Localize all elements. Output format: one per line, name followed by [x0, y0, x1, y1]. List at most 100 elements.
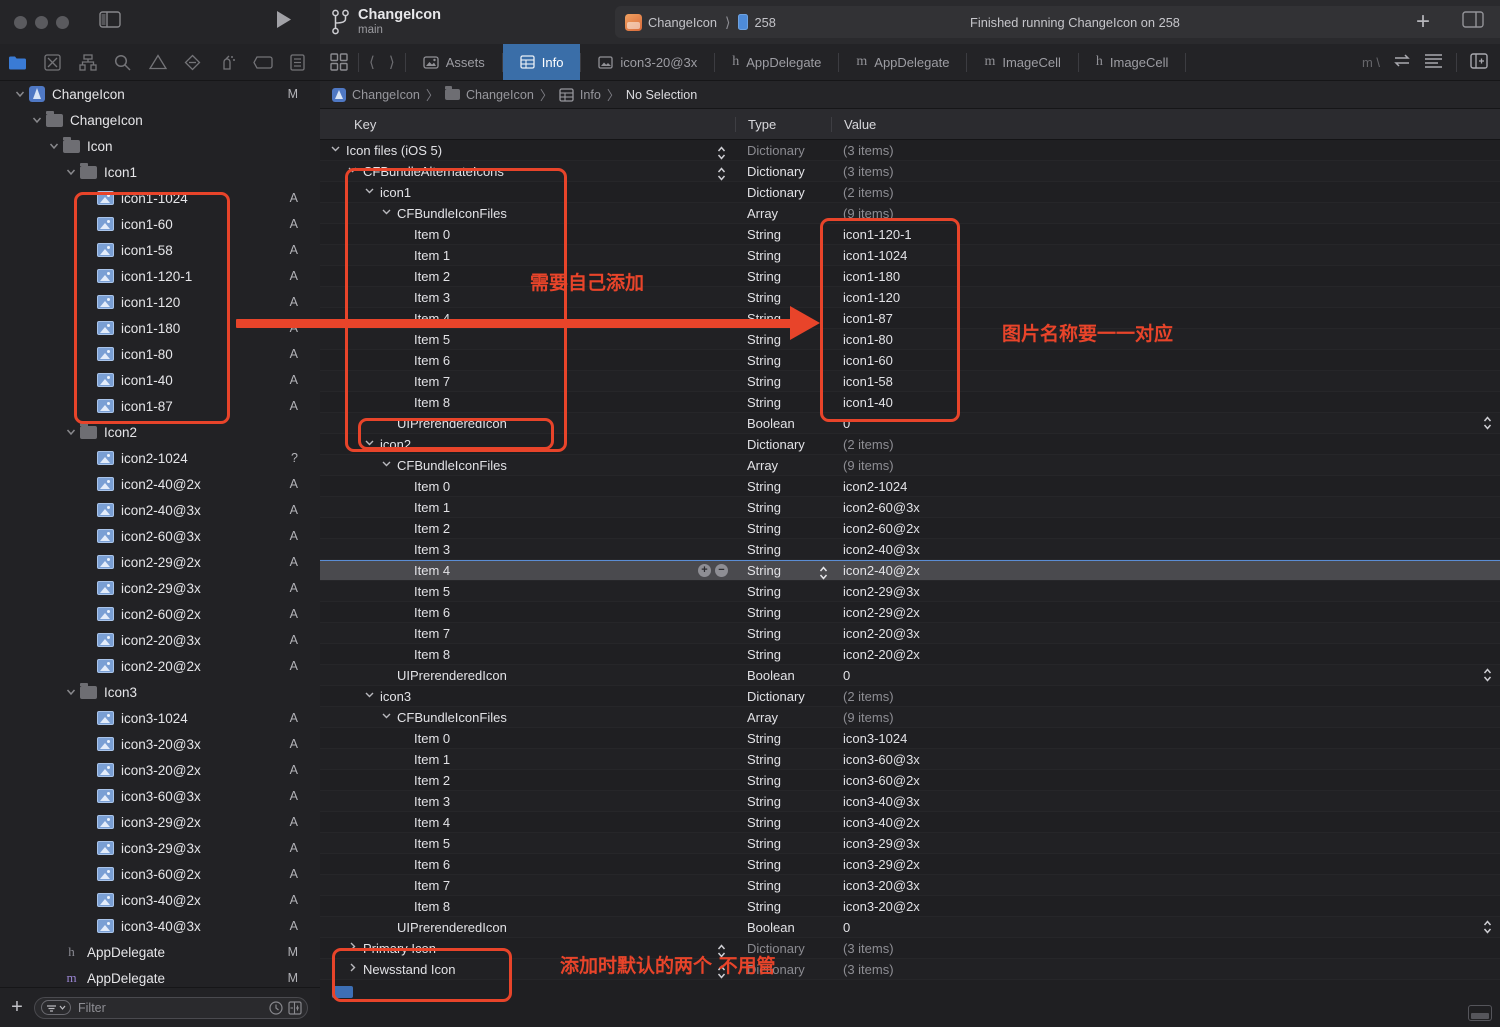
plist-value-cell[interactable]: icon1-120 [831, 290, 1500, 305]
plist-row[interactable]: Icon files (iOS 5)Dictionary(3 items) [320, 140, 1500, 161]
navigator-item-icon3-1024[interactable]: icon3-1024A [0, 705, 320, 731]
plist-key-cell[interactable]: Item 1 [320, 248, 735, 263]
plist-key-cell[interactable]: Item 0 [320, 731, 735, 746]
source-control-filter-icon[interactable] [288, 1001, 302, 1015]
plist-key-cell[interactable]: Item 3 [320, 794, 735, 809]
navigator-item-icon2-60-3x[interactable]: icon2-60@3xA [0, 523, 320, 549]
tab-appdelegate[interactable]: mAppDelegate [839, 44, 966, 81]
plist-key-cell[interactable]: Item 8 [320, 899, 735, 914]
branch-indicator[interactable]: ChangeIcon main [332, 7, 441, 36]
plist-type-cell[interactable]: Boolean [735, 668, 831, 683]
navigator-item-icon1-40[interactable]: icon1-40A [0, 367, 320, 393]
zoom-button[interactable] [56, 16, 69, 29]
lines-icon[interactable] [1424, 53, 1443, 71]
chevron-right-icon[interactable] [347, 941, 359, 955]
plist-row[interactable]: Item 2Stringicon3-60@2x [320, 770, 1500, 791]
plist-row[interactable]: Item 0Stringicon2-1024 [320, 476, 1500, 497]
toggle-inspector-icon[interactable] [1462, 11, 1484, 33]
plist-type-cell[interactable]: String [735, 353, 831, 368]
plist-row[interactable]: Item 5Stringicon2-29@3x [320, 581, 1500, 602]
plist-key-cell[interactable]: Item 6 [320, 857, 735, 872]
folder-icon[interactable] [0, 55, 35, 70]
plist-row[interactable]: Item 2Stringicon2-60@2x [320, 518, 1500, 539]
breadcrumb[interactable]: ChangeIcon〉ChangeIcon〉Info〉No Selection [320, 81, 1500, 109]
plist-row[interactable]: Item 4+−Stringicon2-40@2x [320, 560, 1500, 581]
plist-type-cell[interactable]: String [735, 731, 831, 746]
chevron-down-icon[interactable] [364, 689, 376, 703]
value-stepper-icon[interactable] [819, 566, 828, 582]
plist-value-cell[interactable]: 0 [831, 920, 1500, 935]
navigator-item-icon2-20-3x[interactable]: icon2-20@3xA [0, 627, 320, 653]
navigator-item-icon2-40-3x[interactable]: icon2-40@3xA [0, 497, 320, 523]
tab-info[interactable]: Info [503, 44, 581, 81]
plist-value-cell[interactable]: (9 items) [831, 458, 1500, 473]
search-icon[interactable] [105, 54, 140, 71]
column-header-key[interactable]: Key [320, 117, 735, 132]
navigator-item-icon2-60-2x[interactable]: icon2-60@2xA [0, 601, 320, 627]
navigator-item-changeicon[interactable]: ChangeIcon [0, 107, 320, 133]
navigator-item-icon2[interactable]: Icon2 [0, 419, 320, 445]
chevron-left-icon[interactable]: ⟨ [369, 53, 375, 71]
chevron-down-icon[interactable] [65, 686, 77, 698]
plist-row[interactable]: Item 3Stringicon2-40@3x [320, 539, 1500, 560]
toggle-navigator-icon[interactable] [99, 11, 121, 33]
editor-tab-bar[interactable]: ⟨ ⟩ AssetsInfoicon3-20@3xhAppDelegatemAp… [320, 44, 1500, 81]
traffic-lights[interactable] [14, 16, 69, 29]
navigator-item-icon2-29-3x[interactable]: icon2-29@3xA [0, 575, 320, 601]
plist-value-cell[interactable]: icon2-40@2x [831, 563, 1500, 578]
chevron-down-icon[interactable] [347, 164, 359, 178]
plist-key-cell[interactable]: icon2 [320, 437, 735, 452]
chevron-down-icon[interactable] [364, 437, 376, 451]
tab-imagecell[interactable]: mImageCell [967, 44, 1077, 81]
test-icon[interactable] [175, 54, 210, 71]
plist-type-cell[interactable]: Dictionary [735, 164, 831, 179]
plist-key-cell[interactable]: Item 2 [320, 269, 735, 284]
navigator-item-icon2-29-2x[interactable]: icon2-29@2xA [0, 549, 320, 575]
plist-type-cell[interactable]: String [735, 815, 831, 830]
plist-type-cell[interactable]: String [735, 395, 831, 410]
navigator-item-icon3-29-2x[interactable]: icon3-29@2xA [0, 809, 320, 835]
plist-value-cell[interactable]: icon3-20@2x [831, 899, 1500, 914]
remove-row-button[interactable]: − [715, 564, 728, 577]
plist-editor[interactable]: Key Type Value Icon files (iOS 5)Diction… [320, 109, 1500, 1027]
plist-key-cell[interactable]: Item 8 [320, 647, 735, 662]
plist-key-cell[interactable]: icon3 [320, 689, 735, 704]
plist-key-cell[interactable]: Item 2 [320, 521, 735, 536]
plist-value-cell[interactable]: icon1-58 [831, 374, 1500, 389]
navigator-item-icon1[interactable]: Icon1 [0, 159, 320, 185]
swap-icon[interactable] [1393, 53, 1411, 71]
scheme-selector[interactable]: ChangeIcon ⟩ 258 [615, 14, 776, 31]
plist-key-cell[interactable]: Icon files (iOS 5) [320, 143, 735, 158]
plist-row[interactable]: UIPrerenderedIconBoolean0 [320, 665, 1500, 686]
add-file-button[interactable]: + [0, 996, 34, 1019]
plist-value-cell[interactable]: 0 [831, 416, 1500, 431]
plist-row[interactable]: Item 7Stringicon1-58 [320, 371, 1500, 392]
plist-key-cell[interactable]: Item 6 [320, 605, 735, 620]
plist-value-cell[interactable]: icon3-29@3x [831, 836, 1500, 851]
plist-row[interactable]: Item 8Stringicon2-20@2x [320, 644, 1500, 665]
plist-value-cell[interactable]: icon1-40 [831, 395, 1500, 410]
plist-type-cell[interactable]: String [735, 878, 831, 893]
plist-row[interactable]: Item 4Stringicon3-40@2x [320, 812, 1500, 833]
plist-key-cell[interactable]: icon1 [320, 185, 735, 200]
navigator-item-icon1-60[interactable]: icon1-60A [0, 211, 320, 237]
plist-type-cell[interactable]: String [735, 248, 831, 263]
plist-row[interactable]: Item 6Stringicon2-29@2x [320, 602, 1500, 623]
plist-key-cell[interactable]: Item 5 [320, 836, 735, 851]
plist-value-cell[interactable]: 0 [831, 668, 1500, 683]
navigator-item-icon3-60-2x[interactable]: icon3-60@2xA [0, 861, 320, 887]
navigator-item-icon1-120-1[interactable]: icon1-120-1A [0, 263, 320, 289]
plist-key-cell[interactable]: Item 5 [320, 584, 735, 599]
plist-key-cell[interactable]: Item 4 [320, 815, 735, 830]
plist-row[interactable]: CFBundleAlternateIconsDictionary(3 items… [320, 161, 1500, 182]
navigator-item-icon3[interactable]: Icon3 [0, 679, 320, 705]
boolean-stepper-icon[interactable] [1483, 416, 1492, 432]
chevron-right-icon[interactable] [347, 962, 359, 976]
plist-key-cell[interactable]: Item 7 [320, 878, 735, 893]
plist-key-cell[interactable]: Item 3 [320, 290, 735, 305]
navigator-item-icon2-40-2x[interactable]: icon2-40@2xA [0, 471, 320, 497]
chevron-right-icon[interactable]: ⟩ [389, 53, 395, 71]
type-stepper-icon[interactable] [717, 146, 726, 162]
tab-imagecell[interactable]: hImageCell [1079, 44, 1186, 81]
boolean-stepper-icon[interactable] [1483, 920, 1492, 936]
